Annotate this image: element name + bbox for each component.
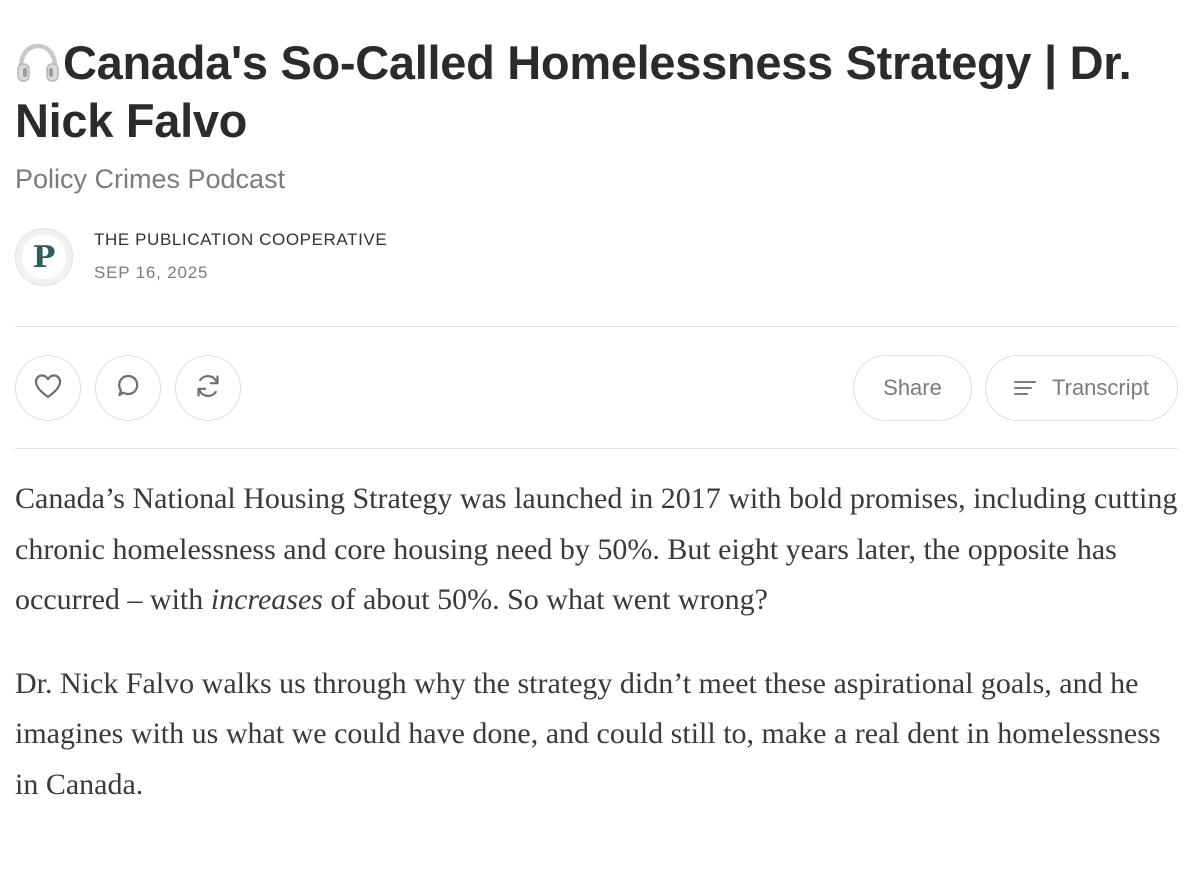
headphones-icon [15, 38, 61, 82]
body-paragraph-2: Dr. Nick Falvo walks us through why the … [15, 666, 1161, 801]
p1-text-end: of about 50%. So what went wrong? [322, 583, 768, 616]
post-page: Canada's So-Called Homelessness Strategy… [15, 0, 1178, 801]
author-name[interactable]: THE PUBLICATION COOPERATIVE [94, 230, 387, 250]
share-button[interactable]: Share [853, 355, 972, 421]
restack-icon [192, 370, 224, 407]
action-bar: Share Transcript [15, 355, 1178, 421]
like-button[interactable] [15, 355, 81, 421]
heart-icon [33, 372, 63, 405]
byline: P THE PUBLICATION COOPERATIVE SEP 16, 20… [15, 226, 1178, 288]
transcript-button[interactable]: Transcript [985, 355, 1178, 421]
post-date: SEP 16, 2025 [94, 263, 209, 282]
share-label: Share [883, 375, 942, 400]
comment-button[interactable] [95, 355, 161, 421]
p1-emphasis: increases [210, 583, 323, 616]
post-title-text: Canada's So-Called Homelessness Strategy… [15, 36, 1132, 147]
divider-top [15, 326, 1178, 327]
post-title: Canada's So-Called Homelessness Strategy… [15, 0, 1178, 150]
transcript-label: Transcript [1052, 375, 1149, 400]
lines-icon [1014, 380, 1036, 396]
post-subtitle: Policy Crimes Podcast [15, 164, 286, 194]
publication-avatar[interactable]: P [15, 228, 73, 286]
post-body: Canada’s National Housing Strategy was l… [15, 474, 1178, 843]
restack-button[interactable] [175, 355, 241, 421]
publication-logo: P [22, 235, 66, 279]
comment-icon [113, 371, 143, 406]
divider-bottom [15, 448, 1178, 449]
body-paragraph-1: Canada’s National Housing Strategy was l… [15, 474, 1178, 626]
